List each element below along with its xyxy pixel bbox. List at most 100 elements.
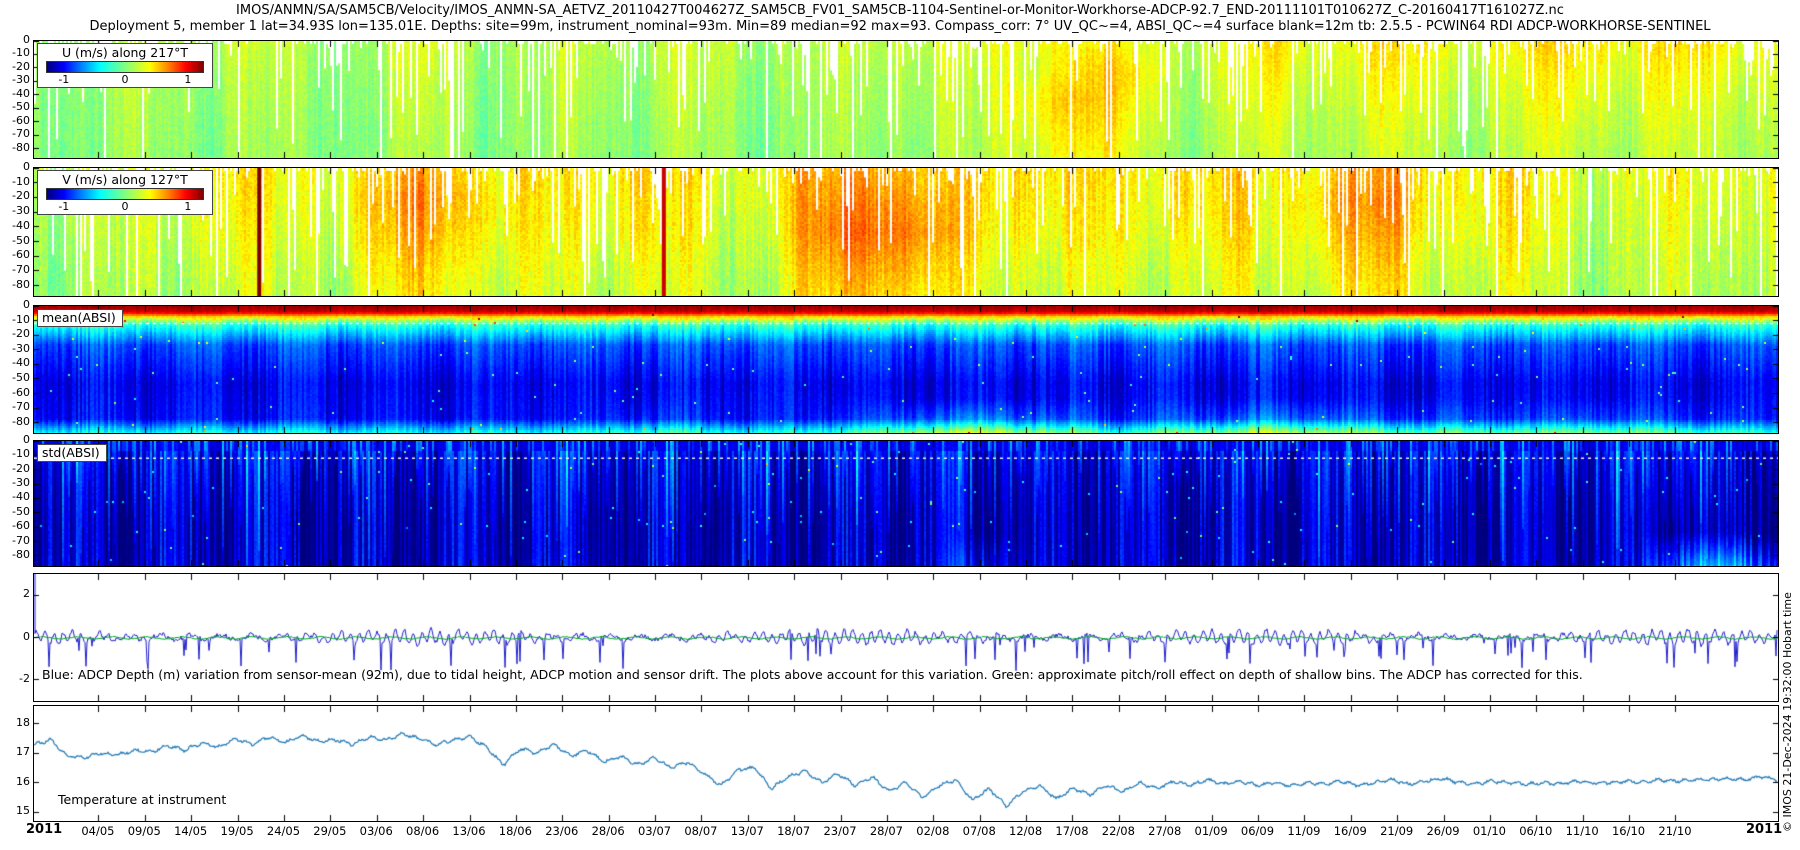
x-axis-year-left: 2011 bbox=[26, 822, 62, 837]
y-tick-label: -50 bbox=[0, 101, 30, 113]
y-tick-label: 0 bbox=[0, 434, 30, 446]
y-tick-label: -10 bbox=[0, 314, 30, 326]
y-tick-label: -20 bbox=[0, 463, 30, 475]
std-absi-heatmap bbox=[34, 441, 1778, 566]
y-tick-label: 0 bbox=[0, 34, 30, 46]
y-tick-label: -40 bbox=[0, 220, 30, 232]
y-tick-label: -60 bbox=[0, 387, 30, 399]
v-velocity-colorbar bbox=[46, 188, 204, 200]
mean-absi-label: mean(ABSI) bbox=[37, 309, 123, 327]
v-velocity-legend-label: V (m/s) along 127°T bbox=[40, 172, 210, 187]
panel-mean-absi: mean(ABSI) bbox=[33, 305, 1779, 434]
x-tick-date-label: 26/09 bbox=[1420, 824, 1466, 838]
x-tick-date-label: 17/08 bbox=[1049, 824, 1095, 838]
x-tick-date-label: 03/07 bbox=[632, 824, 678, 838]
x-tick-date-label: 18/07 bbox=[771, 824, 817, 838]
x-tick-date-label: 06/10 bbox=[1513, 824, 1559, 838]
x-tick-date-label: 23/06 bbox=[539, 824, 585, 838]
x-tick-date-label: 13/06 bbox=[446, 824, 492, 838]
x-tick-date-label: 19/05 bbox=[214, 824, 260, 838]
std-absi-label: std(ABSI) bbox=[37, 444, 107, 462]
y-tick-label: -80 bbox=[0, 142, 30, 154]
figure-title-filename: IMOS/ANMN/SA/SAM5CB/Velocity/IMOS_ANMN-S… bbox=[0, 3, 1800, 18]
panel-u-velocity: U (m/s) along 217°T -1 0 1 bbox=[33, 40, 1779, 159]
y-tick-label: 18 bbox=[0, 717, 30, 729]
y-tick-label: -60 bbox=[0, 249, 30, 261]
x-tick-date-label: 04/05 bbox=[75, 824, 121, 838]
y-tick-label: -70 bbox=[0, 535, 30, 547]
temperature-label: Temperature at instrument bbox=[58, 792, 226, 807]
u-velocity-legend: U (m/s) along 217°T -1 0 1 bbox=[37, 43, 213, 88]
x-tick-date-label: 01/10 bbox=[1466, 824, 1512, 838]
y-tick-label: -30 bbox=[0, 205, 30, 217]
x-tick-date-label: 11/09 bbox=[1281, 824, 1327, 838]
x-tick-date-label: 07/08 bbox=[956, 824, 1002, 838]
x-tick-date-label: 21/10 bbox=[1652, 824, 1698, 838]
x-tick-date-label: 16/09 bbox=[1327, 824, 1373, 838]
y-tick-label: -30 bbox=[0, 343, 30, 355]
y-tick-label: -20 bbox=[0, 328, 30, 340]
x-tick-date-label: 13/07 bbox=[724, 824, 770, 838]
colorbar-tick-neg1: -1 bbox=[58, 200, 69, 213]
u-velocity-colorbar-ticks: -1 0 1 bbox=[40, 73, 210, 85]
x-tick-date-label: 12/08 bbox=[1003, 824, 1049, 838]
y-tick-label: -30 bbox=[0, 477, 30, 489]
x-tick-date-label: 03/06 bbox=[353, 824, 399, 838]
y-tick-label: -80 bbox=[0, 549, 30, 561]
y-tick-label: -2 bbox=[0, 673, 30, 685]
x-tick-date-label: 14/05 bbox=[168, 824, 214, 838]
y-tick-label: 16 bbox=[0, 776, 30, 788]
v-velocity-heatmap bbox=[34, 168, 1778, 296]
y-tick-label: -10 bbox=[0, 176, 30, 188]
x-tick-date-label: 09/05 bbox=[121, 824, 167, 838]
x-tick-date-label: 28/07 bbox=[863, 824, 909, 838]
y-tick-label: -40 bbox=[0, 88, 30, 100]
u-velocity-heatmap bbox=[34, 41, 1778, 158]
y-tick-label: -70 bbox=[0, 401, 30, 413]
x-tick-date-label: 28/06 bbox=[585, 824, 631, 838]
x-tick-date-label: 11/10 bbox=[1559, 824, 1605, 838]
y-tick-label: -30 bbox=[0, 74, 30, 86]
x-tick-date-label: 02/08 bbox=[910, 824, 956, 838]
y-tick-label: -50 bbox=[0, 235, 30, 247]
y-tick-label: -20 bbox=[0, 61, 30, 73]
x-tick-date-label: 08/07 bbox=[678, 824, 724, 838]
x-tick-date-label: 08/06 bbox=[400, 824, 446, 838]
v-velocity-colorbar-ticks: -1 0 1 bbox=[40, 200, 210, 212]
adcp-figure: IMOS/ANMN/SA/SAM5CB/Velocity/IMOS_ANMN-S… bbox=[0, 0, 1800, 850]
y-tick-label: -80 bbox=[0, 279, 30, 291]
y-tick-label: 15 bbox=[0, 805, 30, 817]
colorbar-tick-0: 0 bbox=[122, 73, 129, 86]
y-tick-label: -60 bbox=[0, 520, 30, 532]
y-tick-label: -10 bbox=[0, 448, 30, 460]
y-tick-label: -50 bbox=[0, 372, 30, 384]
mean-absi-heatmap bbox=[34, 306, 1778, 433]
colorbar-tick-neg1: -1 bbox=[58, 73, 69, 86]
imos-credit-text: © IMOS 21-Dec-2024 19:32:00 Hobart time bbox=[1781, 382, 1794, 832]
y-tick-label: -60 bbox=[0, 115, 30, 127]
y-tick-label: -70 bbox=[0, 264, 30, 276]
y-tick-label: 0 bbox=[0, 161, 30, 173]
y-tick-label: -70 bbox=[0, 128, 30, 140]
x-tick-date-label: 22/08 bbox=[1095, 824, 1141, 838]
y-tick-label: 0 bbox=[0, 299, 30, 311]
depth-variation-note: Blue: ADCP Depth (m) variation from sens… bbox=[42, 667, 1583, 682]
y-tick-label: 0 bbox=[0, 631, 30, 643]
u-velocity-colorbar bbox=[46, 61, 204, 73]
x-tick-date-label: 18/06 bbox=[492, 824, 538, 838]
y-tick-label: 17 bbox=[0, 746, 30, 758]
x-tick-date-label: 27/08 bbox=[1142, 824, 1188, 838]
y-tick-label: -50 bbox=[0, 506, 30, 518]
panel-v-velocity: V (m/s) along 127°T -1 0 1 bbox=[33, 167, 1779, 297]
x-tick-date-label: 06/09 bbox=[1235, 824, 1281, 838]
colorbar-tick-1: 1 bbox=[184, 73, 191, 86]
x-tick-date-label: 16/10 bbox=[1606, 824, 1652, 838]
temperature-lineplot bbox=[34, 706, 1778, 821]
y-tick-label: -40 bbox=[0, 357, 30, 369]
y-tick-label: -40 bbox=[0, 491, 30, 503]
x-tick-date-label: 01/09 bbox=[1188, 824, 1234, 838]
y-tick-label: -20 bbox=[0, 190, 30, 202]
x-tick-date-label: 24/05 bbox=[260, 824, 306, 838]
y-tick-label: -80 bbox=[0, 416, 30, 428]
v-velocity-legend: V (m/s) along 127°T -1 0 1 bbox=[37, 170, 213, 215]
